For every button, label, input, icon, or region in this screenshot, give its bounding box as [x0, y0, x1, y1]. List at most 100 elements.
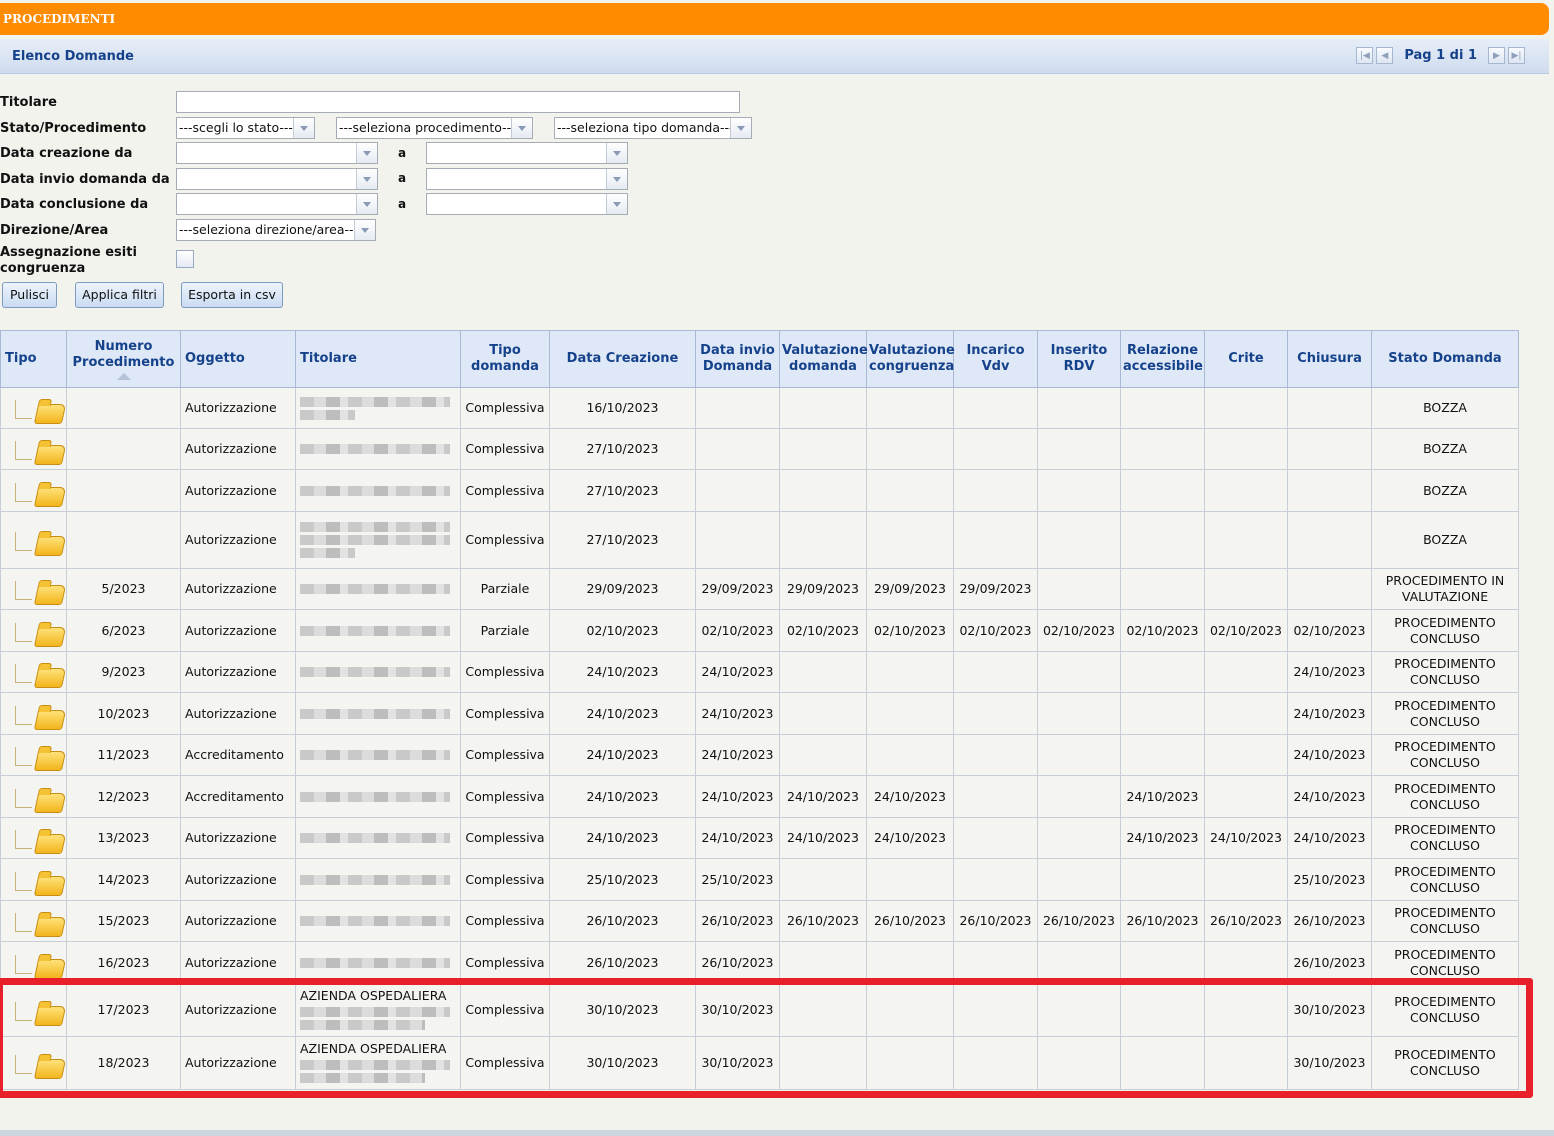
- folder-icon[interactable]: [33, 404, 66, 424]
- assegnazione-label: Assegnazione esiti congruenza: [0, 245, 137, 276]
- tipo-cell[interactable]: [0, 1036, 67, 1090]
- tipo-cell[interactable]: [0, 692, 67, 735]
- col-incarico-vdv[interactable]: Incarico Vdv: [953, 330, 1038, 388]
- table-row[interactable]: 15/2023 Autorizzazione Complessiva 26/10/20…: [0, 900, 1519, 942]
- table-row[interactable]: 12/2023 Accreditamento Complessiva 24/10/20…: [0, 775, 1519, 818]
- tipo-cell[interactable]: [0, 428, 67, 470]
- crite-cell: 02/10/2023: [1204, 609, 1288, 652]
- table-row[interactable]: 14/2023 Autorizzazione Complessiva 25/10/20…: [0, 858, 1519, 901]
- col-data-creazione[interactable]: Data Creazione: [549, 330, 696, 388]
- table-row[interactable]: 13/2023 Autorizzazione Complessiva 24/10/20…: [0, 817, 1519, 859]
- tipo-domanda-select[interactable]: ---seleziona tipo domanda---: [554, 117, 752, 139]
- stato-select[interactable]: ---scegli lo stato---: [176, 117, 315, 139]
- col-inserito-rdv[interactable]: Inserito RDV: [1037, 330, 1121, 388]
- col-tipo-domanda[interactable]: Tipo domanda: [460, 330, 550, 388]
- tipo-cell[interactable]: [0, 858, 67, 901]
- tree-line-icon: [15, 747, 32, 766]
- tipo-cell[interactable]: [0, 568, 67, 610]
- direzione-select[interactable]: ---seleziona direzione/area---: [176, 219, 376, 241]
- table-row[interactable]: Autorizzazione Complessiva 16/10/2023 BOZZA: [0, 387, 1519, 429]
- tipo-cell[interactable]: [0, 775, 67, 818]
- crite-cell: [1204, 775, 1288, 818]
- redacted-text: [300, 916, 450, 926]
- table-row[interactable]: Autorizzazione Complessiva 27/10/2023 BOZZA: [0, 511, 1519, 569]
- table-row[interactable]: Autorizzazione Complessiva 27/10/2023 BOZZA: [0, 469, 1519, 512]
- folder-icon[interactable]: [33, 585, 66, 605]
- prev-page-icon[interactable]: ◀: [1376, 47, 1394, 64]
- table-row[interactable]: 16/2023 Autorizzazione Complessiva 26/10/20…: [0, 941, 1519, 984]
- folder-icon[interactable]: [33, 626, 66, 647]
- folder-icon[interactable]: [33, 1059, 66, 1079]
- table-row[interactable]: 9/2023 Autorizzazione Complessiva 24/10/202…: [0, 651, 1519, 693]
- last-page-icon[interactable]: ▶|: [1508, 47, 1525, 64]
- col-numero[interactable]: Numero Procedimento: [66, 330, 181, 388]
- first-page-icon[interactable]: |◀: [1356, 47, 1374, 64]
- assegnazione-checkbox[interactable]: [176, 250, 194, 268]
- table-row[interactable]: 11/2023 Accreditamento Complessiva 24/10/20…: [0, 734, 1519, 776]
- numero-cell: 16/2023: [66, 941, 181, 984]
- inserito-rdv-cell: [1037, 651, 1121, 693]
- tipo-cell[interactable]: [0, 900, 67, 942]
- esporta-csv-button[interactable]: Esporta in csv: [181, 282, 283, 308]
- col-valutazione-domanda[interactable]: Valutazione domanda: [779, 330, 868, 388]
- col-chiusura[interactable]: Chiusura: [1287, 330, 1372, 388]
- titolare-input[interactable]: [176, 91, 740, 113]
- folder-icon[interactable]: [33, 751, 66, 771]
- crite-cell: [1204, 1036, 1288, 1090]
- table-row[interactable]: 17/2023 Autorizzazione AZIENDA OSPEDALIERA…: [0, 983, 1519, 1037]
- tipo-cell[interactable]: [0, 387, 67, 429]
- data-invio-to[interactable]: [426, 168, 628, 190]
- folder-icon[interactable]: [33, 445, 66, 465]
- procedimento-select[interactable]: ---seleziona procedimento---: [336, 117, 533, 139]
- folder-icon[interactable]: [33, 709, 66, 730]
- col-data-invio[interactable]: Data invio Domanda: [695, 330, 780, 388]
- folder-icon[interactable]: [33, 958, 66, 979]
- data-conclusione-from[interactable]: [176, 193, 378, 215]
- col-crite[interactable]: Crite: [1204, 330, 1288, 388]
- data-conclusione-to[interactable]: [426, 193, 628, 215]
- folder-icon[interactable]: [33, 668, 66, 688]
- table-row[interactable]: Autorizzazione Complessiva 27/10/2023 BOZZA: [0, 428, 1519, 470]
- valutazione-congruenza-cell: [866, 469, 954, 512]
- stato-cell: PROCEDIMENTO CONCLUSO: [1371, 692, 1519, 735]
- table-row[interactable]: 5/2023 Autorizzazione Parziale 29/09/2023 29…: [0, 568, 1519, 610]
- folder-icon[interactable]: [33, 486, 66, 507]
- tipo-cell[interactable]: [0, 609, 67, 652]
- tipo-domanda-cell: Complessiva: [460, 900, 550, 942]
- folder-icon[interactable]: [33, 875, 66, 896]
- oggetto-cell: Accreditamento: [180, 775, 296, 818]
- table-row[interactable]: 18/2023 Autorizzazione AZIENDA OSPEDALIERA…: [0, 1036, 1519, 1090]
- data-creazione-from[interactable]: [176, 142, 378, 164]
- col-stato-domanda[interactable]: Stato Domanda: [1371, 330, 1519, 388]
- folder-icon[interactable]: [33, 1006, 66, 1026]
- col-oggetto[interactable]: Oggetto: [180, 330, 296, 388]
- tipo-cell[interactable]: [0, 734, 67, 776]
- data-invio-from[interactable]: [176, 168, 378, 190]
- col-tipo[interactable]: Tipo: [0, 330, 67, 388]
- chiusura-cell: 26/10/2023: [1287, 941, 1372, 984]
- col-valutazione-congruenza[interactable]: Valutazione congruenza: [866, 330, 955, 388]
- redacted-text: [300, 708, 450, 719]
- col-relazione-accessibile[interactable]: Relazione accessibile: [1120, 330, 1205, 388]
- tipo-cell[interactable]: [0, 511, 67, 569]
- folder-icon[interactable]: [33, 917, 66, 937]
- pulisci-button[interactable]: Pulisci: [2, 282, 57, 308]
- table-row[interactable]: 10/2023 Autorizzazione Complessiva 24/10/20…: [0, 692, 1519, 735]
- folder-icon[interactable]: [33, 834, 66, 854]
- col-titolare[interactable]: Titolare: [295, 330, 461, 388]
- chiusura-cell: 30/10/2023: [1287, 1036, 1372, 1090]
- chevron-down-icon: [606, 169, 627, 189]
- folder-icon[interactable]: [33, 792, 66, 813]
- tipo-cell[interactable]: [0, 983, 67, 1037]
- tipo-cell[interactable]: [0, 469, 67, 512]
- tipo-cell[interactable]: [0, 817, 67, 859]
- titolare-cell: [295, 651, 461, 693]
- folder-icon[interactable]: [33, 536, 66, 556]
- relazione-cell: 02/10/2023: [1120, 609, 1205, 652]
- tipo-cell[interactable]: [0, 941, 67, 984]
- next-page-icon[interactable]: ▶: [1488, 47, 1505, 64]
- tipo-cell[interactable]: [0, 651, 67, 693]
- applica-filtri-button[interactable]: Applica filtri: [75, 282, 164, 308]
- data-creazione-to[interactable]: [426, 142, 628, 164]
- table-row[interactable]: 6/2023 Autorizzazione Parziale 02/10/2023 02…: [0, 609, 1519, 652]
